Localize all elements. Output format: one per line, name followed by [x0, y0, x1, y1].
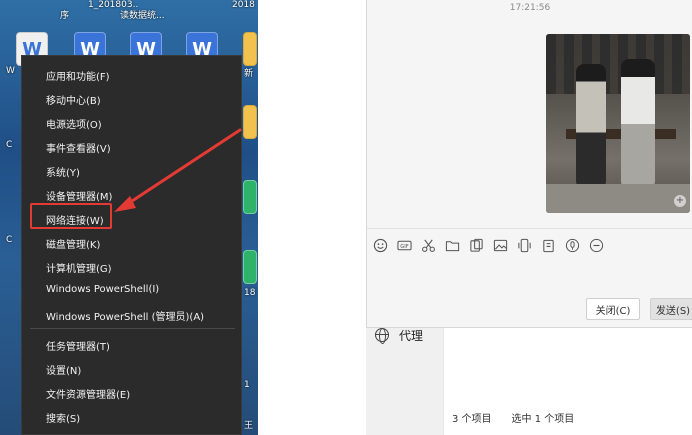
folder-icon[interactable]: [243, 105, 257, 139]
app-icon[interactable]: [243, 180, 257, 214]
menu-item-settings[interactable]: 设置(N): [46, 362, 81, 377]
desktop-icon-label: 新: [244, 69, 254, 79]
shake-icon[interactable]: [517, 238, 532, 253]
screenshot-icon[interactable]: [469, 238, 484, 253]
close-button[interactable]: 关闭(C): [586, 298, 640, 320]
photo-person: [621, 59, 655, 189]
menu-item-apps-features[interactable]: 应用和功能(F): [46, 68, 110, 83]
screen: 1_201803.. 2018 读数据统... 序 W W W W W C C …: [0, 0, 692, 435]
svg-text:GIF: GIF: [400, 244, 408, 250]
chat-window: 17:21:56 + GIF 关闭(C) 发送(S): [366, 0, 692, 328]
folder-icon[interactable]: [243, 32, 257, 66]
photo-shelf: [546, 34, 690, 94]
desktop-icon-label: C: [6, 235, 13, 245]
zoom-icon[interactable]: +: [674, 195, 686, 207]
menu-item-event-viewer[interactable]: 事件查看器(V): [46, 140, 111, 155]
desktop-icon-label: 2018: [232, 0, 255, 10]
send-button[interactable]: 发送(S): [650, 298, 692, 320]
menu-item-file-explorer[interactable]: 文件资源管理器(E): [46, 386, 130, 401]
voice-icon[interactable]: [565, 238, 580, 253]
winx-context-menu: 应用和功能(F) 移动中心(B) 电源选项(O) 事件查看器(V) 系统(Y) …: [21, 55, 242, 435]
emoji-icon[interactable]: [373, 238, 388, 253]
selected-count: 选中 1 个项目: [511, 414, 575, 425]
chat-toolbar: GIF: [373, 238, 604, 253]
desktop-icon-label: 1: [244, 380, 250, 390]
desktop-icon-label: 王: [244, 421, 254, 431]
menu-separator: [30, 328, 235, 329]
gif-icon[interactable]: GIF: [397, 238, 412, 253]
photo-floor: [546, 184, 690, 213]
desktop-icon-label: 18: [244, 288, 256, 298]
item-count: 3 个项目: [452, 414, 492, 425]
menu-item-powershell[interactable]: Windows PowerShell(I): [46, 284, 159, 295]
menu-item-powershell-admin[interactable]: Windows PowerShell (管理员)(A): [46, 308, 204, 323]
folder-icon[interactable]: [445, 238, 460, 253]
status-bar: 3 个项目 选中 1 个项目: [452, 410, 574, 425]
photo-person: [576, 64, 606, 189]
image-message[interactable]: +: [546, 34, 690, 213]
desktop-icon-label: W: [6, 66, 15, 76]
globe-icon: [375, 328, 389, 344]
scissors-icon[interactable]: [421, 238, 436, 253]
menu-item-search[interactable]: 搜索(S): [46, 410, 80, 425]
app-icon[interactable]: [243, 250, 257, 284]
menu-item-task-manager[interactable]: 任务管理器(T): [46, 338, 110, 353]
nav-item-proxy[interactable]: 代理: [375, 325, 423, 345]
desktop-icon-label: 序: [60, 11, 70, 21]
menu-item-power-options[interactable]: 电源选项(O): [46, 116, 102, 131]
message-timestamp: 17:21:56: [509, 3, 551, 13]
nav-item-label: 代理: [399, 328, 424, 343]
menu-item-system[interactable]: 系统(Y): [46, 164, 80, 179]
desktop-icon-label: 读数据统...: [120, 11, 165, 21]
divider: [367, 228, 692, 229]
explorer-blank-area: [258, 0, 366, 435]
image-icon[interactable]: [493, 238, 508, 253]
menu-item-device-manager[interactable]: 设备管理器(M): [46, 188, 112, 203]
menu-item-mobility-center[interactable]: 移动中心(B): [46, 92, 101, 107]
desktop-icon-label: C: [6, 140, 13, 150]
highlight-box: [30, 203, 112, 229]
menu-item-computer-management[interactable]: 计算机管理(G): [46, 260, 112, 275]
menu-item-disk-management[interactable]: 磁盘管理(K): [46, 236, 100, 251]
more-icon[interactable]: [589, 238, 604, 253]
clipboard-icon[interactable]: [541, 238, 556, 253]
